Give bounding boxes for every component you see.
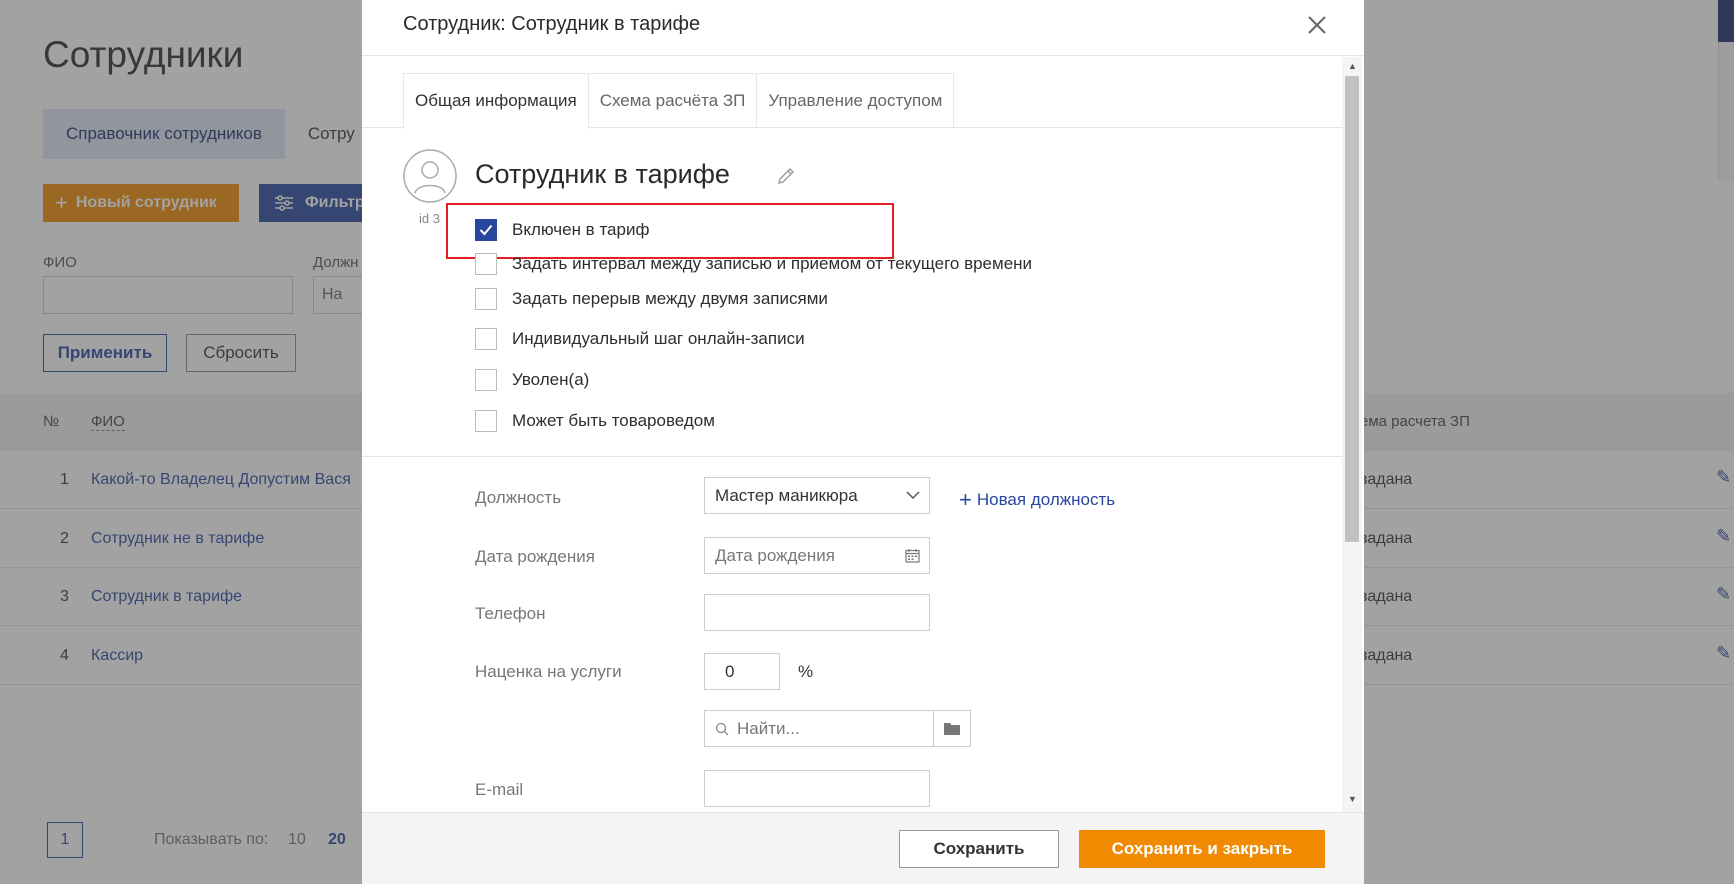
checkbox-label: Уволен(а)	[512, 370, 590, 389]
scroll-up-icon[interactable]: ▲	[1348, 61, 1357, 71]
birthdate-label: Дата рождения	[475, 547, 595, 566]
checkbox-interval-from-now[interactable]: Задать интервал между записью и приемом …	[475, 253, 1032, 275]
checkbox-individual-step[interactable]: Индивидуальный шаг онлайн-записи	[475, 328, 805, 350]
section-divider	[362, 456, 1342, 457]
employee-modal: Сотрудник: Сотрудник в тарифе Общая инфо…	[362, 0, 1364, 884]
phone-input[interactable]	[704, 594, 930, 631]
search-input[interactable]: Найти...	[704, 710, 934, 747]
checkbox-label: Индивидуальный шаг онлайн-записи	[512, 329, 805, 348]
birthdate-input[interactable]: Дата рождения	[704, 537, 930, 574]
markup-label: Наценка на услуги	[475, 662, 622, 681]
position-value: Мастер маникюра	[715, 486, 858, 505]
scroll-thumb[interactable]	[1345, 76, 1359, 542]
birthdate-placeholder: Дата рождения	[715, 546, 835, 565]
save-and-close-button[interactable]: Сохранить и закрыть	[1079, 830, 1325, 868]
position-select[interactable]: Мастер маникюра	[704, 477, 930, 514]
email-label: E-mail	[475, 780, 524, 799]
avatar-icon[interactable]	[403, 149, 457, 203]
folder-button[interactable]	[933, 710, 971, 747]
modal-footer: Сохранить Сохранить и закрыть	[362, 812, 1364, 884]
checkbox-box[interactable]	[475, 219, 497, 241]
checkbox-box[interactable]	[475, 369, 497, 391]
checkbox-box[interactable]	[475, 328, 497, 350]
scroll-down-icon[interactable]: ▼	[1348, 794, 1357, 804]
save-button[interactable]: Сохранить	[899, 830, 1059, 868]
checkbox-box[interactable]	[475, 410, 497, 432]
folder-icon	[944, 723, 960, 735]
tab-salary-scheme[interactable]: Схема расчёта ЗП	[587, 73, 758, 128]
tab-access-control[interactable]: Управление доступом	[756, 73, 955, 128]
plus-icon: +	[959, 487, 972, 512]
modal-body: Общая информация Схема расчёта ЗП Управл…	[362, 57, 1364, 812]
phone-label: Телефон	[475, 604, 546, 623]
checkbox-fired[interactable]: Уволен(а)	[475, 369, 589, 391]
chevron-down-icon	[906, 491, 920, 500]
modal-header: Сотрудник: Сотрудник в тарифе	[362, 0, 1364, 56]
email-input[interactable]	[704, 770, 930, 807]
checkbox-box[interactable]	[475, 253, 497, 275]
tab-general-info[interactable]: Общая информация	[403, 73, 589, 129]
checkmark-icon	[479, 224, 493, 236]
markup-input[interactable]: 0	[704, 653, 780, 690]
markup-unit: %	[798, 662, 814, 681]
new-position-link[interactable]: + Новая должность	[959, 487, 1115, 513]
modal-tabs: Общая информация Схема расчёта ЗП Управл…	[403, 73, 955, 129]
checkbox-box[interactable]	[475, 288, 497, 310]
employee-name: Сотрудник в тарифе	[475, 159, 730, 189]
checkbox-break-between-records[interactable]: Задать перерыв между двумя записями	[475, 288, 828, 310]
checkbox-label: Задать интервал между записью и приемом …	[512, 254, 1033, 273]
checkbox-merchandiser[interactable]: Может быть товароведом	[475, 410, 715, 432]
checkbox-label: Может быть товароведом	[512, 411, 715, 430]
position-label: Должность	[475, 488, 562, 507]
calendar-icon[interactable]	[905, 548, 920, 563]
employee-id: id 3	[419, 211, 440, 226]
pencil-icon[interactable]	[776, 166, 796, 186]
modal-title: Сотрудник: Сотрудник в тарифе	[403, 13, 701, 35]
checkbox-label: Включен в тариф	[512, 220, 650, 239]
checkbox-label: Задать перерыв между двумя записями	[512, 289, 828, 308]
search-icon	[715, 722, 729, 735]
modal-scrollbar[interactable]: ▲ ▼	[1342, 57, 1362, 812]
close-icon[interactable]	[1302, 10, 1332, 40]
new-position-label: Новая должность	[976, 490, 1116, 509]
search-placeholder: Найти...	[737, 718, 800, 738]
checkbox-included-in-tariff[interactable]: Включен в тариф	[475, 219, 649, 241]
